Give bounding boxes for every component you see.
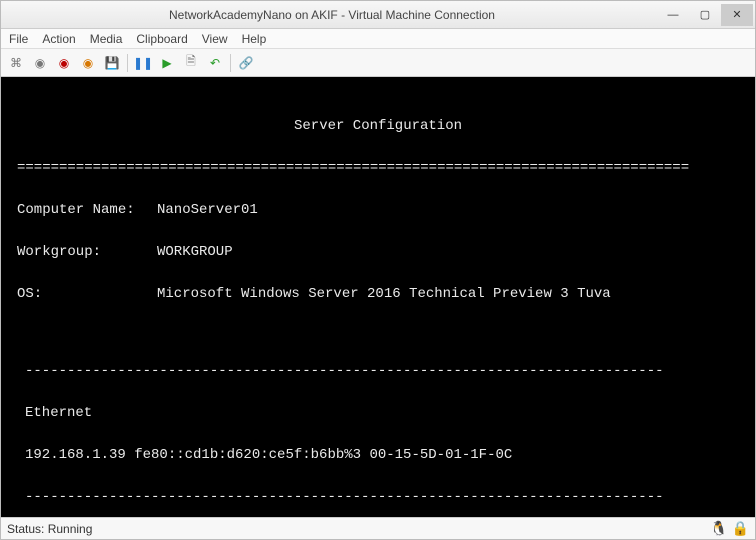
menu-clipboard[interactable]: Clipboard xyxy=(136,32,187,46)
separator-double: ========================================… xyxy=(17,158,739,179)
network-address: 192.168.1.39 fe80::cd1b:d620:ce5f:b6bb%3… xyxy=(25,445,739,466)
window-buttons: — ▢ ✕ xyxy=(657,4,753,26)
console-title: Server Configuration xyxy=(17,116,739,137)
os-row: OS:Microsoft Windows Server 2016 Technic… xyxy=(17,284,739,305)
computer-label: Computer Name: xyxy=(17,200,157,221)
vm-console[interactable]: Server Configuration ===================… xyxy=(1,77,755,517)
checkpoint-icon[interactable]: 🗎 xyxy=(182,54,200,72)
menu-view[interactable]: View xyxy=(202,32,228,46)
separator-dash-top: ----------------------------------------… xyxy=(25,361,739,382)
computer-value: NanoServer01 xyxy=(157,200,258,221)
minimize-button[interactable]: — xyxy=(657,4,689,26)
turnoff-icon[interactable]: ◉ xyxy=(55,54,73,72)
maximize-button[interactable]: ▢ xyxy=(689,4,721,26)
window-title: NetworkAcademyNano on AKIF - Virtual Mac… xyxy=(7,8,657,22)
menubar: File Action Media Clipboard View Help xyxy=(1,29,755,49)
titlebar: NetworkAcademyNano on AKIF - Virtual Mac… xyxy=(1,1,755,29)
shutdown-icon[interactable]: ◉ xyxy=(79,54,97,72)
share-icon[interactable]: 🔗 xyxy=(237,54,255,72)
os-label: OS: xyxy=(17,284,157,305)
menu-help[interactable]: Help xyxy=(242,32,267,46)
ctl-alt-del-icon[interactable]: ⌘ xyxy=(7,54,25,72)
os-value: Microsoft Windows Server 2016 Technical … xyxy=(157,284,611,305)
status-text: Status: Running xyxy=(7,522,92,536)
revert-icon[interactable]: ↶ xyxy=(206,54,224,72)
start-icon[interactable]: ◉ xyxy=(31,54,49,72)
close-button[interactable]: ✕ xyxy=(721,4,753,26)
toolbar-separator xyxy=(127,54,128,72)
statusbar: Status: Running 🐧 🔒 xyxy=(1,517,755,539)
penguin-icon: 🐧 xyxy=(710,520,727,537)
workgroup-value: WORKGROUP xyxy=(157,242,233,263)
separator-dash-bottom: ----------------------------------------… xyxy=(25,487,739,508)
toolbar-separator-2 xyxy=(230,54,231,72)
workgroup-label: Workgroup: xyxy=(17,242,157,263)
lock-icon: 🔒 xyxy=(732,520,749,537)
computer-row: Computer Name:NanoServer01 xyxy=(17,200,739,221)
workgroup-row: Workgroup:WORKGROUP xyxy=(17,242,739,263)
pause-icon[interactable]: ❚❚ xyxy=(134,54,152,72)
save-icon[interactable]: 💾 xyxy=(103,54,121,72)
toolbar: ⌘ ◉ ◉ ◉ 💾 ❚❚ ▶ 🗎 ↶ 🔗 xyxy=(1,49,755,77)
reset-icon[interactable]: ▶ xyxy=(158,54,176,72)
menu-file[interactable]: File xyxy=(9,32,28,46)
network-label: Ethernet xyxy=(25,403,739,424)
menu-action[interactable]: Action xyxy=(42,32,75,46)
menu-media[interactable]: Media xyxy=(90,32,123,46)
